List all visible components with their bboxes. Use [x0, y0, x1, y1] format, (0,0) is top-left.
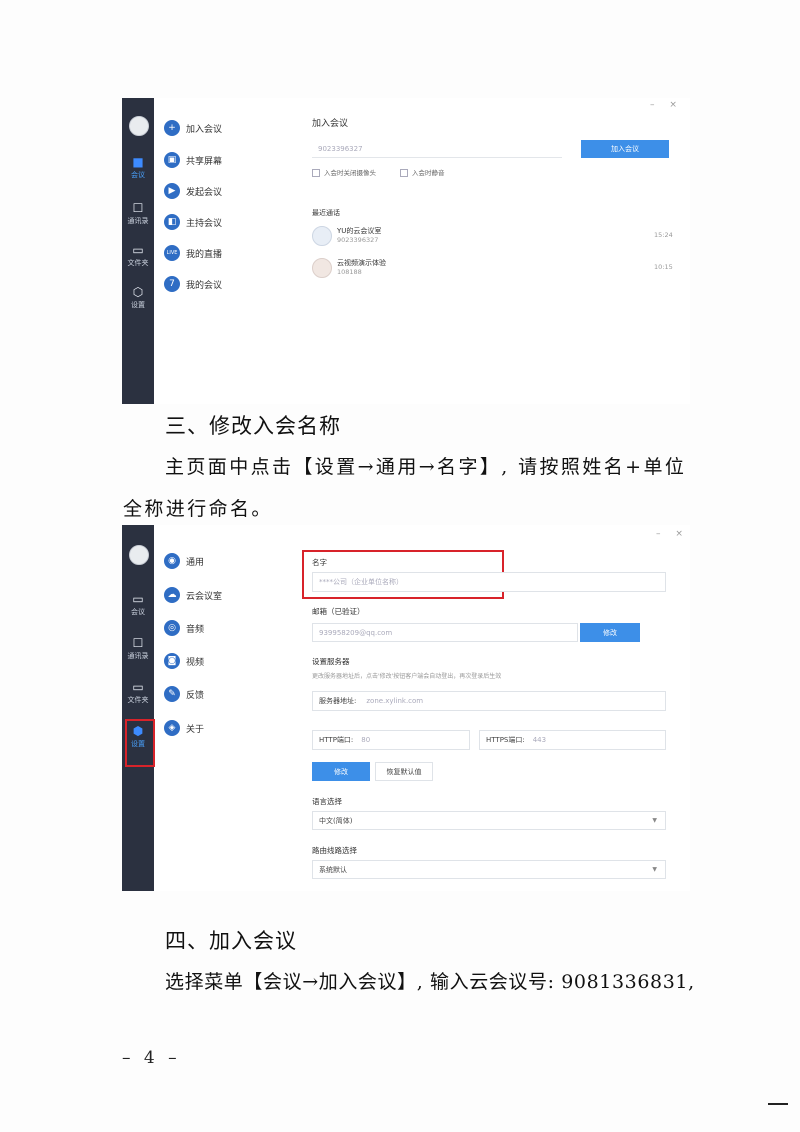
section-3-heading: 三、修改入会名称: [165, 414, 341, 438]
menu-audio[interactable]: ◎ 音频: [164, 620, 204, 636]
info-icon: ◈: [164, 720, 180, 736]
server-hint: 更改服务器地址后，点击'修改'按钮客户端会自动登出，再次登录后生效: [312, 673, 502, 680]
menu-video[interactable]: ◙ 视频: [164, 653, 204, 669]
option-mute[interactable]: 入会时静音: [400, 167, 445, 177]
https-port-input[interactable]: HTTPS端口: 443: [479, 730, 666, 750]
join-meeting-button[interactable]: 加入会议: [581, 140, 669, 158]
avatar: [312, 226, 332, 246]
video-camera-icon: ▭: [132, 592, 144, 606]
email-label: 邮箱（已验证）: [312, 607, 365, 616]
email-input[interactable]: 939958209@qq.com: [312, 623, 578, 642]
server-modify-button[interactable]: 修改: [312, 762, 370, 781]
hexagon-settings-icon: ⬡: [132, 285, 144, 299]
name-label: 名字: [312, 558, 327, 567]
email-modify-button[interactable]: 修改: [580, 623, 640, 642]
http-port-input[interactable]: HTTP端口: 80: [312, 730, 470, 750]
calendar-icon: 7: [164, 276, 180, 292]
menu-share-screen[interactable]: ▣ 共享屏幕: [164, 152, 222, 168]
rail-item-contacts[interactable]: ☐ 通讯录: [122, 202, 154, 226]
avatar[interactable]: [129, 545, 149, 565]
http-port-label: HTTP端口:: [319, 736, 354, 744]
headphones-icon: ◎: [164, 620, 180, 636]
plus-icon: +: [164, 120, 180, 136]
section-4-paragraph-line-1: 选择菜单【会议→加入会议】, 输入云会议号: 9081336831,: [165, 971, 695, 993]
settings-screenshot: ▭ 会议 ☐ 通讯录 ▭ 文件夹 ⬢ 设置 ◉ 通用 ☁ 云会议室 ◎ 音频 ◙ 视频 ✎ 反馈 …: [122, 525, 690, 891]
window-controls[interactable]: – ×: [656, 529, 689, 539]
folder-icon: ▭: [132, 243, 144, 257]
sidebar-rail: ▭ 会议 ☐ 通讯录 ▭ 文件夹 ⬢ 设置: [122, 525, 154, 891]
route-label: 路由线路选择: [312, 846, 357, 855]
pencil-icon: ✎: [164, 686, 180, 702]
recent-call-name: YU的云会议室: [337, 227, 382, 235]
recent-call-item[interactable]: YU的云会议室 9023396327 15:24: [312, 226, 673, 248]
avatar[interactable]: [129, 116, 149, 136]
rail-item-meeting[interactable]: ▭ 会议: [122, 593, 154, 617]
rail-item-settings[interactable]: ⬡ 设置: [122, 286, 154, 310]
dropdown-arrow-icon: ▼: [652, 866, 657, 873]
menu-general[interactable]: ◉ 通用: [164, 553, 204, 569]
language-select[interactable]: 中文(简体) ▼: [312, 811, 666, 830]
folder-icon: ▭: [132, 680, 144, 694]
https-port-label: HTTPS端口:: [486, 736, 525, 744]
page-number: – 4 –: [122, 1048, 181, 1068]
meeting-id-input[interactable]: 9023396327: [312, 140, 562, 158]
checkbox-icon: [400, 169, 408, 177]
video-icon: ▶: [164, 183, 180, 199]
recent-call-time: 15:24: [654, 231, 673, 239]
section-3-paragraph-line-2: 全称进行命名。: [123, 498, 273, 520]
live-icon: LIVE: [164, 245, 180, 261]
rail-item-files[interactable]: ▭ 文件夹: [122, 681, 154, 705]
section-3-paragraph-line-1: 主页面中点击【设置→通用→名字】, 请按照姓名+单位: [165, 456, 687, 478]
section-4-heading: 四、加入会议: [165, 929, 297, 953]
menu-start-meeting[interactable]: ▶ 发起会议: [164, 183, 222, 199]
recent-call-id: 9023396327: [337, 236, 379, 244]
server-address-label: 服务器地址:: [319, 697, 357, 705]
server-address-value: zone.xylink.com: [366, 697, 424, 705]
sidebar-rail: ■ 会议 ☐ 通讯录 ▭ 文件夹 ⬡ 设置: [122, 98, 154, 404]
menu-feedback[interactable]: ✎ 反馈: [164, 686, 204, 702]
menu-my-live[interactable]: LIVE 我的直播: [164, 245, 222, 261]
webcam-icon: ◙: [164, 653, 180, 669]
window-controls[interactable]: – ×: [650, 100, 683, 110]
recent-call-id: 108188: [337, 268, 362, 276]
menu-my-meetings[interactable]: 7 我的会议: [164, 276, 222, 292]
rail-item-contacts[interactable]: ☐ 通讯录: [122, 637, 154, 661]
edge-mark: [768, 1103, 788, 1105]
restore-default-button[interactable]: 恢复默认值: [375, 762, 433, 781]
join-meeting-screenshot: ■ 会议 ☐ 通讯录 ▭ 文件夹 ⬡ 设置 + 加入会议 ▣ 共享屏幕 ▶ 发起会议 ◧ 主持会…: [122, 98, 690, 404]
menu-about[interactable]: ◈ 关于: [164, 720, 204, 736]
name-input[interactable]: ****公司（企业单位名称）: [312, 572, 666, 592]
video-camera-icon: ■: [132, 155, 144, 169]
recent-call-time: 10:15: [654, 263, 673, 271]
toggle-icon: ◉: [164, 553, 180, 569]
rail-item-meeting[interactable]: ■ 会议: [122, 156, 154, 180]
checkbox-icon: [312, 169, 320, 177]
menu-cloud-room[interactable]: ☁ 云会议室: [164, 587, 222, 603]
cloud-icon: ☁: [164, 587, 180, 603]
host-icon: ◧: [164, 214, 180, 230]
menu-join-meeting[interactable]: + 加入会议: [164, 120, 222, 136]
language-label: 语言选择: [312, 797, 342, 806]
server-address-input[interactable]: 服务器地址: zone.xylink.com: [312, 691, 666, 711]
http-port-value: 80: [361, 736, 371, 744]
recent-call-item[interactable]: 云视频演示体验 108188 10:15: [312, 258, 673, 280]
settings-highlight-box: [125, 719, 155, 767]
share-screen-icon: ▣: [164, 152, 180, 168]
https-port-value: 443: [532, 736, 547, 744]
rail-item-files[interactable]: ▭ 文件夹: [122, 244, 154, 268]
recent-call-name: 云视频演示体验: [337, 259, 386, 267]
recent-calls-title: 最近通话: [312, 209, 340, 217]
route-select[interactable]: 系统默认 ▼: [312, 860, 666, 879]
panel-title: 加入会议: [312, 119, 349, 129]
option-camera-off[interactable]: 入会时关闭摄像头: [312, 167, 376, 177]
avatar: [312, 258, 332, 278]
contacts-icon: ☐: [132, 201, 144, 215]
dropdown-arrow-icon: ▼: [652, 817, 657, 824]
menu-host-meeting[interactable]: ◧ 主持会议: [164, 214, 222, 230]
contacts-icon: ☐: [132, 636, 144, 650]
server-settings-title: 设置服务器: [312, 657, 350, 666]
